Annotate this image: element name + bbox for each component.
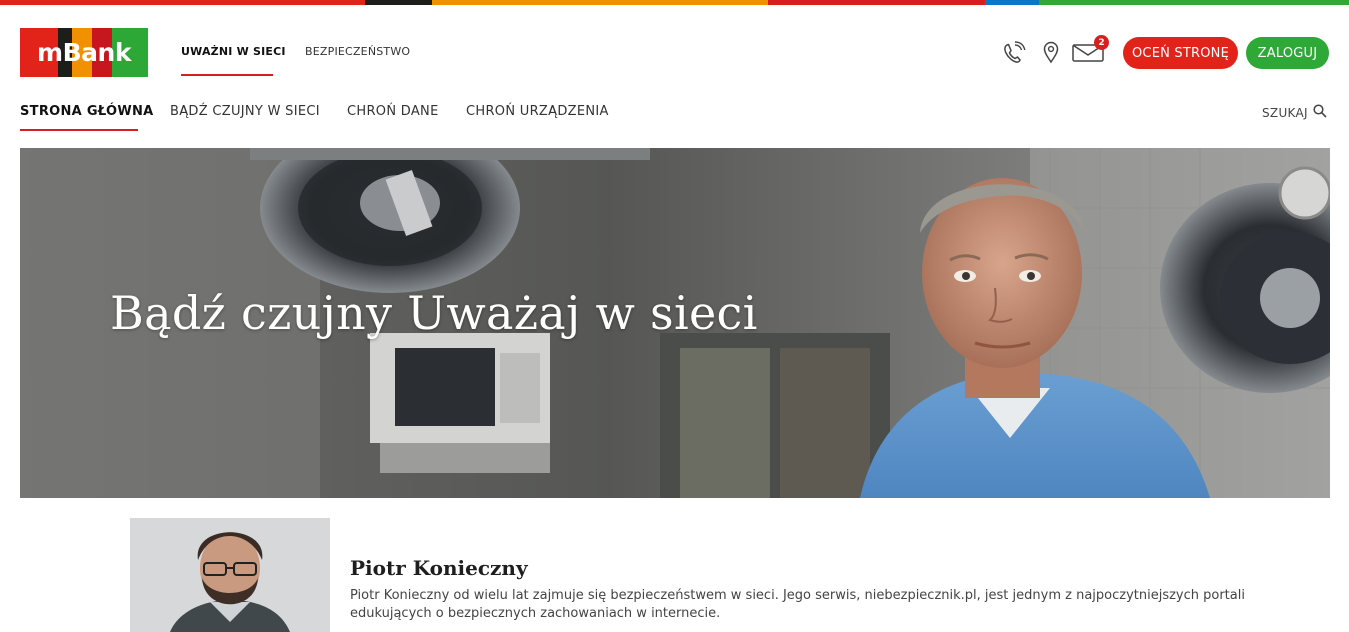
author-photo bbox=[130, 518, 330, 632]
nav-badz-czujny[interactable]: BĄDŹ CZUJNY W SIECI bbox=[170, 104, 320, 119]
logo-text: mBank bbox=[37, 38, 131, 67]
author-name: Piotr Konieczny bbox=[350, 556, 528, 580]
search-button[interactable]: SZUKAJ bbox=[1262, 104, 1327, 120]
nav-chron-urzadzenia[interactable]: CHROŃ URZĄDZENIA bbox=[466, 104, 609, 119]
login-button[interactable]: ZALOGUJ bbox=[1246, 37, 1329, 69]
location-pin-icon[interactable] bbox=[1043, 41, 1059, 68]
author-bio: Piotr Konieczny od wielu lat zajmuje się… bbox=[350, 588, 1245, 621]
brand-stripe bbox=[0, 0, 1349, 5]
tab-uwazni-w-sieci[interactable]: UWAŻNI W SIECI bbox=[181, 45, 286, 58]
mbank-logo[interactable]: mBank bbox=[20, 28, 148, 77]
phone-icon[interactable] bbox=[1002, 41, 1028, 69]
search-icon bbox=[1313, 104, 1327, 118]
active-tab-indicator bbox=[181, 74, 273, 76]
mail-notification-badge: 2 bbox=[1094, 35, 1109, 50]
nav-chron-dane[interactable]: CHROŃ DANE bbox=[347, 104, 439, 119]
rate-page-button[interactable]: OCEŃ STRONĘ bbox=[1123, 37, 1238, 69]
search-label: SZUKAJ bbox=[1262, 106, 1308, 120]
tab-bezpieczenstwo[interactable]: BEZPIECZEŃSTWO bbox=[305, 45, 410, 58]
hero-banner: Bądź czujny Uważaj w sieci bbox=[20, 148, 1330, 498]
nav-strona-glowna[interactable]: STRONA GŁÓWNA bbox=[20, 104, 154, 119]
hero-title: Bądź czujny Uważaj w sieci bbox=[110, 286, 758, 340]
active-nav-indicator bbox=[20, 129, 138, 131]
